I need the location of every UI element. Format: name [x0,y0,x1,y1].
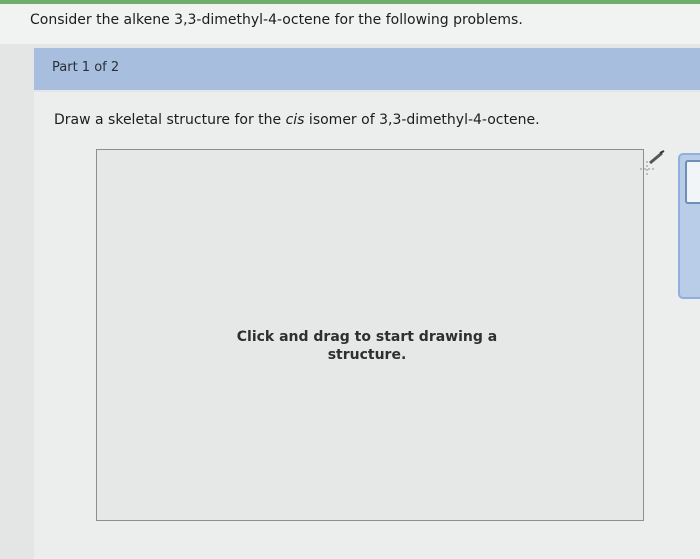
instruction-emphasis: cis [285,112,305,128]
question-text: Consider the alkene 3,3-dimethyl-4-octen… [30,12,523,28]
canvas-prompt: Click and drag to start drawing a struct… [236,329,498,363]
side-toolbar-button[interactable] [685,160,700,204]
page: { "question": { "text": "Consider the al… [0,0,700,559]
part-header: Part 1 of 2 [34,48,700,90]
part-label: Part 1 of 2 [52,60,120,75]
part-content: Draw a skeletal structure for the cis is… [34,92,700,559]
instruction-text: Draw a skeletal structure for the cis is… [54,112,540,128]
instruction-suffix: isomer of 3,3-dimethyl-4-octene. [304,112,540,128]
pencil-crosshair-icon[interactable] [630,147,670,187]
drawing-canvas[interactable]: Click and drag to start drawing a struct… [96,149,644,521]
instruction-prefix: Draw a skeletal structure for the [54,112,286,128]
side-toolbar[interactable] [678,153,700,299]
question-header: Consider the alkene 3,3-dimethyl-4-octen… [0,4,700,44]
